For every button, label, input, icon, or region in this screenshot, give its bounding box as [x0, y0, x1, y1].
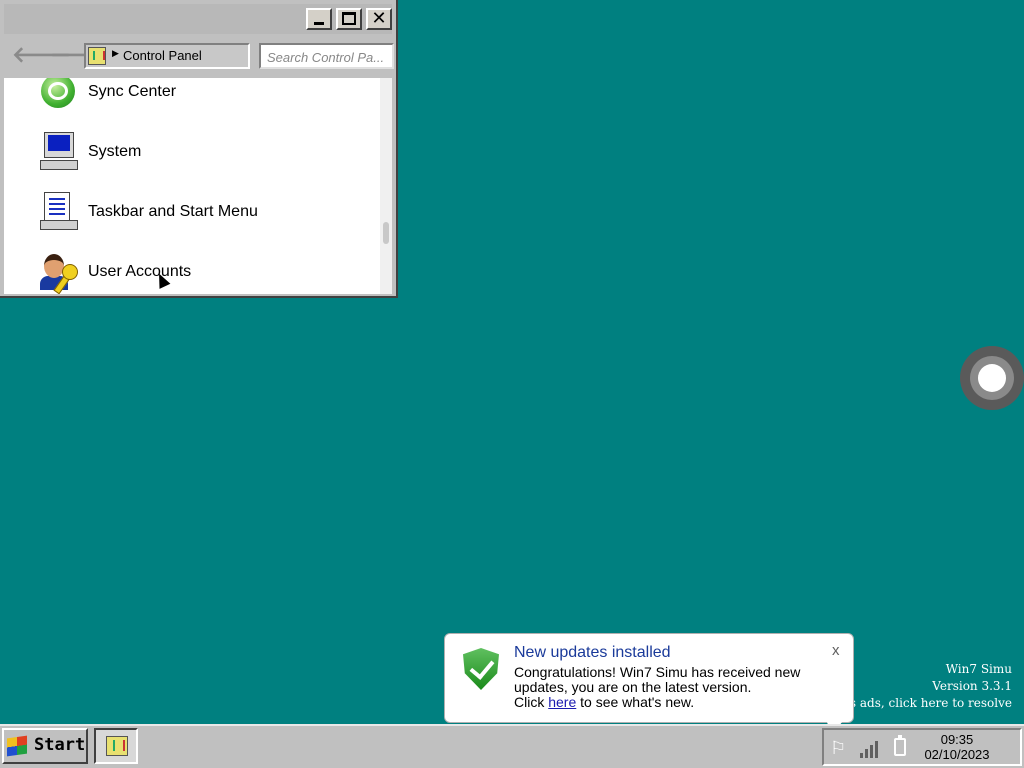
list-item-label: Taskbar and Start Menu — [88, 203, 258, 220]
start-button[interactable]: Start — [2, 728, 88, 764]
search-input[interactable] — [259, 43, 394, 69]
floating-circle-button[interactable] — [960, 346, 1024, 410]
taskbar: Start ⚐ 09:35 02/10/2023 — [0, 724, 1024, 768]
watermark-ads-notice[interactable]: tains ads, click here to resolve — [826, 695, 1012, 712]
clock[interactable]: 09:35 02/10/2023 — [922, 732, 992, 762]
user-accounts-icon — [38, 252, 80, 294]
maximize-button[interactable] — [336, 8, 362, 30]
items-list: Sync Center System Taskbar and Start Men… — [4, 78, 380, 294]
list-item-label: Sync Center — [88, 83, 177, 100]
navigation-bar: 🡐 🡒 ▶ Control Panel — [4, 38, 394, 74]
notification-text-click: Click — [514, 694, 549, 710]
minimize-button[interactable] — [306, 8, 332, 30]
notification-close-button[interactable]: x — [832, 642, 840, 659]
notification-text-end: to see what's new. — [576, 694, 695, 710]
windows-logo-icon — [7, 735, 27, 757]
scrollbar-thumb[interactable] — [383, 222, 389, 244]
watermark-version: Version 3.3.1 — [932, 679, 1012, 693]
action-center-flag-icon[interactable]: ⚐ — [830, 738, 846, 758]
watermark-app-name: Win7 Simu — [945, 662, 1012, 676]
taskbar-item-control-panel[interactable] — [94, 728, 138, 764]
update-notification: New updates installed Congratulations! W… — [444, 633, 854, 736]
title-bar[interactable]: ✕ — [4, 4, 392, 34]
list-item-taskbar[interactable]: Taskbar and Start Menu — [4, 192, 380, 254]
sync-center-icon — [38, 78, 80, 114]
system-tray: ⚐ 09:35 02/10/2023 — [822, 728, 1022, 766]
start-label: Start — [34, 735, 86, 755]
taskbar-icon — [38, 192, 80, 234]
notification-link[interactable]: here — [548, 694, 576, 710]
list-item-user-accounts[interactable]: User Accounts — [4, 254, 380, 294]
clock-date: 02/10/2023 — [924, 747, 990, 762]
network-signal-icon[interactable] — [860, 738, 882, 758]
list-item-label: User Accounts — [88, 263, 192, 280]
address-text: Control Panel — [123, 48, 202, 63]
control-panel-window: ✕ 🡐 🡒 ▶ Control Panel Sync Center System… — [0, 0, 398, 298]
address-bar[interactable]: ▶ Control Panel — [84, 43, 250, 69]
close-icon: ✕ — [371, 8, 387, 29]
list-item-system[interactable]: System — [4, 132, 380, 194]
control-panel-icon — [106, 736, 128, 756]
notification-title: New updates installed — [514, 644, 671, 661]
breadcrumb-caret-icon[interactable]: ▶ — [112, 48, 119, 59]
vertical-scrollbar[interactable] — [380, 78, 392, 294]
clock-time: 09:35 — [940, 732, 974, 747]
list-item-sync-center[interactable]: Sync Center — [4, 78, 380, 134]
close-button[interactable]: ✕ — [366, 8, 392, 30]
version-watermark[interactable]: Win7 Simu Version 3.3.1 tains ads, click… — [826, 661, 1012, 712]
control-panel-icon — [88, 47, 106, 65]
list-item-label: System — [88, 143, 142, 160]
system-icon — [38, 132, 80, 174]
battery-icon[interactable] — [894, 735, 906, 756]
notification-message: Congratulations! Win7 Simu has received … — [514, 665, 824, 710]
notification-text: Congratulations! Win7 Simu has received … — [514, 664, 801, 695]
